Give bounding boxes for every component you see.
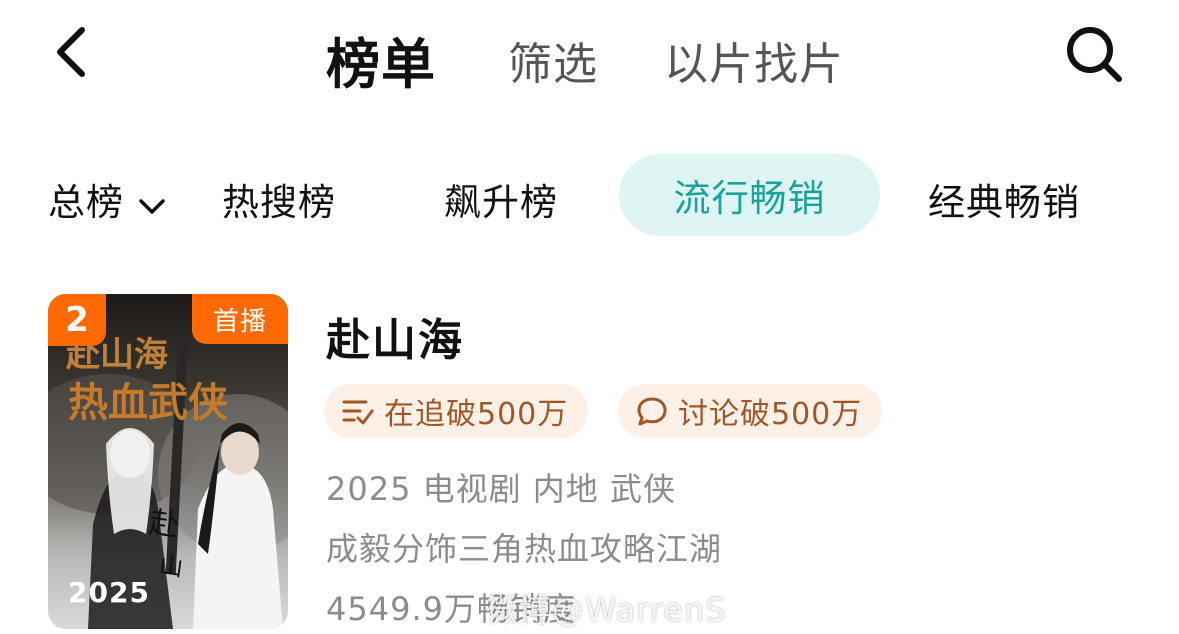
follow-list-icon	[342, 400, 374, 425]
rank-badge: 2	[48, 294, 106, 346]
comment-icon	[637, 397, 667, 426]
chevron-left-icon	[57, 27, 85, 77]
category-dropdown[interactable]: 总榜	[48, 172, 166, 226]
category-popular-selling[interactable]: 流行畅销	[619, 154, 880, 236]
back-button[interactable]	[48, 22, 98, 82]
show-title[interactable]: 赴山海	[326, 304, 464, 368]
category-dropdown-label: 总榜	[48, 181, 124, 224]
chevron-down-icon	[138, 183, 166, 226]
search-button[interactable]	[1062, 22, 1126, 86]
svg-text:山: 山	[157, 551, 185, 582]
discussion-chip-label: 讨论破500万	[678, 397, 863, 432]
meta-line: 2025 电视剧 内地 武侠	[326, 470, 676, 508]
tab-filter[interactable]: 筛选	[508, 28, 598, 92]
svg-text:赴: 赴	[147, 505, 182, 544]
watermark: 微博@WarrenS	[486, 591, 727, 629]
discussion-chip[interactable]: 讨论破500万	[618, 384, 883, 438]
svg-text:热血武侠: 热血武侠	[68, 379, 229, 426]
category-hot-search[interactable]: 热搜榜	[222, 172, 336, 226]
following-chip-label: 在追破500万	[384, 397, 569, 432]
premiere-badge: 首播	[192, 294, 288, 344]
search-icon	[1067, 27, 1122, 82]
poster-year: 2025	[68, 576, 150, 609]
description: 成毅分饰三角热血攻略江湖	[326, 530, 723, 568]
tab-ranking[interactable]: 榜单	[326, 20, 436, 99]
category-popular-selling-label: 流行畅销	[673, 177, 826, 220]
category-classic-selling[interactable]: 经典畅销	[928, 172, 1080, 226]
poster[interactable]: 赴山海 热血武侠 赴 山 2 首播 2025	[48, 294, 288, 629]
category-rising[interactable]: 飙升榜	[444, 172, 558, 226]
following-chip[interactable]: 在追破500万	[324, 384, 589, 438]
tab-find-by-clip[interactable]: 以片找片	[664, 28, 844, 92]
